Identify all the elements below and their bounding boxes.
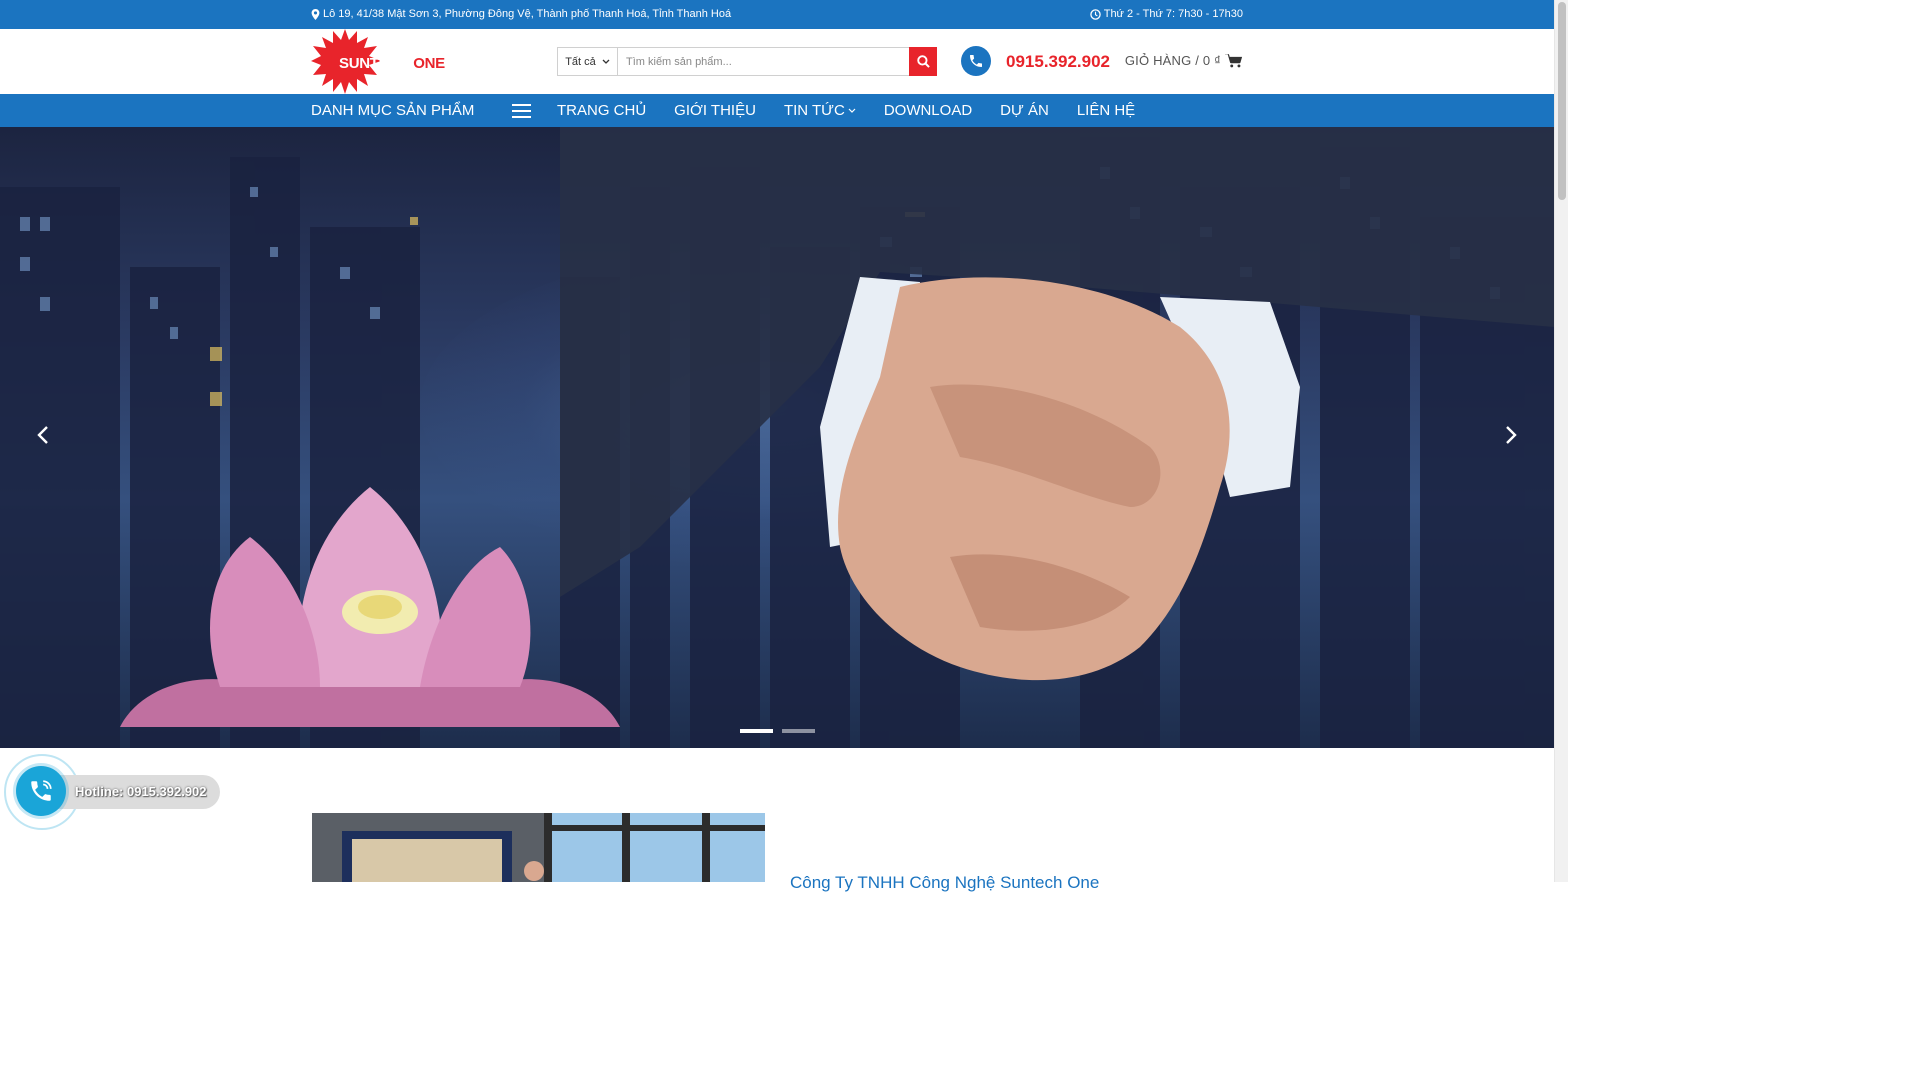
top-bar: Lô 19, 41/38 Mật Sơn 3, Phường Đông Vệ, … <box>0 0 1554 29</box>
cart-label: GIỎ HÀNG / 0 ₫ <box>1124 53 1221 68</box>
nav-item-download[interactable]: DOWNLOAD <box>884 102 972 119</box>
slider-next-button[interactable] <box>1498 423 1522 447</box>
slider-prev-button[interactable] <box>32 423 56 447</box>
site-logo[interactable]: SUNTECH ONE <box>311 29 451 94</box>
hotline-label[interactable]: Hotline: 0915.392.902 <box>75 784 207 799</box>
menu-icon[interactable] <box>512 104 531 118</box>
nav-item-about[interactable]: GIỚI THIỆU <box>674 102 756 119</box>
product-category-toggle[interactable]: DANH MỤC SẢN PHẨM <box>311 102 474 119</box>
nav-item-contact[interactable]: LIÊN HỆ <box>1077 102 1135 119</box>
search-bar: Tất cả <box>557 47 937 76</box>
phone-ringing-icon <box>31 780 52 801</box>
hero-slider[interactable] <box>0 127 1554 748</box>
nav-item-news[interactable]: TIN TỨC <box>784 102 856 119</box>
opening-hours: Thứ 2 - Thứ 7: 7h30 - 17h30 <box>1089 8 1243 20</box>
slider-dot-1[interactable] <box>740 729 773 733</box>
map-pin-icon <box>311 8 320 20</box>
site-header: SUNTECH ONE Tất cả 0915.392.902 GIỎ HÀNG… <box>0 29 1554 94</box>
address-text: Lô 19, 41/38 Mật Sơn 3, Phường Đông Vệ, … <box>323 8 732 20</box>
chevron-down-icon <box>848 108 856 113</box>
page-scrollbar[interactable] <box>1554 0 1568 882</box>
header-phone-number[interactable]: 0915.392.902 <box>1006 52 1110 72</box>
hotline-widget[interactable]: Hotline: 0915.392.902 <box>4 754 224 830</box>
search-input[interactable] <box>618 48 909 75</box>
shopping-cart-icon <box>1225 54 1243 68</box>
chevron-left-icon <box>37 426 48 444</box>
nav-item-projects[interactable]: DỰ ÁN <box>1000 102 1049 119</box>
main-navigation: DANH MỤC SẢN PHẨM TRANG CHỦ GIỚI THIỆU T… <box>0 94 1554 127</box>
company-intro-image <box>312 813 765 882</box>
clock-icon <box>1089 8 1101 20</box>
slider-pagination <box>740 729 815 733</box>
office-photo <box>312 813 765 882</box>
slider-dot-2[interactable] <box>782 729 815 733</box>
city-skyline-image <box>0 127 1554 748</box>
hours-text: Thứ 2 - Thứ 7: 7h30 - 17h30 <box>1103 8 1243 20</box>
chevron-right-icon <box>1506 426 1517 444</box>
hotline-call-button[interactable] <box>16 766 66 816</box>
chevron-down-icon <box>602 59 610 64</box>
address-info: Lô 19, 41/38 Mật Sơn 3, Phường Đông Vệ, … <box>311 8 731 20</box>
nav-menu: TRANG CHỦ GIỚI THIỆU TIN TỨC DOWNLOAD DỰ… <box>557 102 1163 119</box>
logo-text: SUNTECH ONE <box>339 55 445 72</box>
scrollbar-thumb[interactable] <box>1558 2 1566 200</box>
phone-icon-badge[interactable] <box>961 46 991 76</box>
search-button[interactable] <box>909 47 937 76</box>
company-intro-title: Công Ty TNHH Công Nghệ Suntech One <box>790 873 1100 892</box>
search-icon <box>916 55 930 68</box>
nav-item-home[interactable]: TRANG CHỦ <box>557 102 646 119</box>
search-category-label: Tất cả <box>565 55 596 68</box>
phone-icon <box>970 55 982 67</box>
cart-link[interactable]: GIỎ HÀNG / 0 ₫ <box>1125 53 1243 68</box>
search-category-select[interactable]: Tất cả <box>558 48 618 75</box>
